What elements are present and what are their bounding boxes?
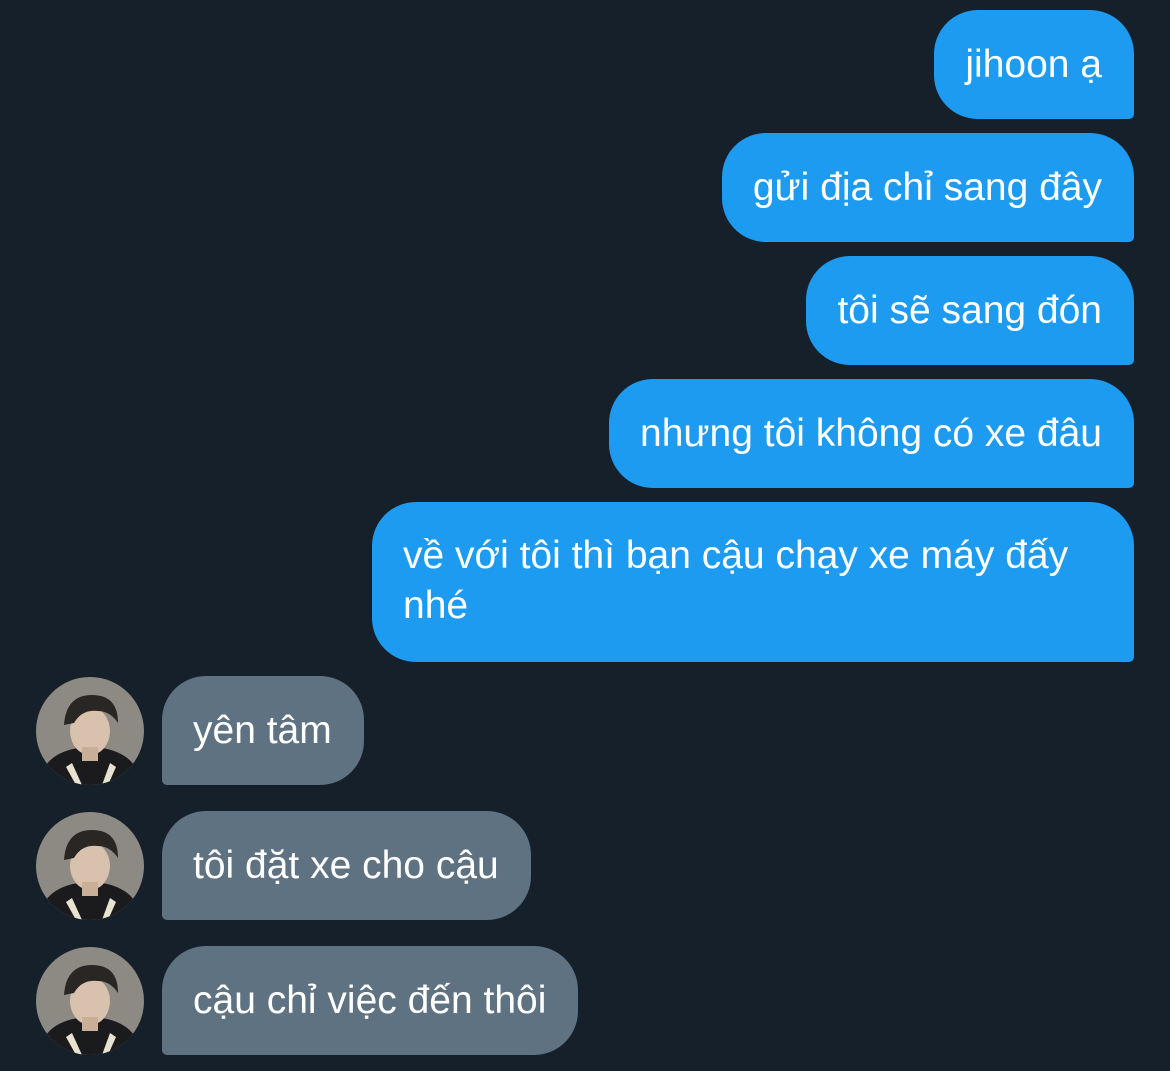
sent-message-bubble[interactable]: về với tôi thì bạn cậu chạy xe máy đấy n… [372, 502, 1134, 662]
received-message-bubble[interactable]: tôi đặt xe cho cậu [162, 811, 531, 920]
received-message-bubble[interactable]: yên tâm [162, 676, 364, 785]
contact-avatar-icon [36, 677, 144, 785]
message-text: nhưng tôi không có xe đâu [640, 411, 1102, 455]
avatar[interactable] [36, 677, 144, 785]
message-text: cậu chỉ việc đến thôi [193, 978, 547, 1022]
message-text: tôi đặt xe cho cậu [193, 843, 499, 887]
sent-message-bubble[interactable]: tôi sẽ sang đón [806, 256, 1134, 365]
message-text: jihoon ạ [965, 42, 1102, 86]
message-text: gửi địa chỉ sang đây [752, 165, 1102, 209]
sent-message-bubble[interactable]: jihoon ạ [934, 10, 1134, 119]
avatar[interactable] [36, 812, 144, 920]
message-thread: jihoon ạ gửi địa chỉ sang đây tôi sẽ san… [0, 0, 1170, 1071]
contact-avatar-icon [36, 947, 144, 1055]
avatar[interactable] [36, 947, 144, 1055]
received-message-bubble[interactable]: cậu chỉ việc đến thôi [162, 946, 579, 1055]
message-text: yên tâm [193, 708, 332, 752]
contact-avatar-icon [36, 812, 144, 920]
sent-message-bubble[interactable]: gửi địa chỉ sang đây [721, 133, 1134, 242]
message-text: tôi sẽ sang đón [837, 288, 1102, 332]
sent-message-bubble[interactable]: nhưng tôi không có xe đâu [609, 379, 1134, 488]
message-text: về với tôi thì bạn cậu chạy xe máy đấy n… [403, 534, 1069, 627]
